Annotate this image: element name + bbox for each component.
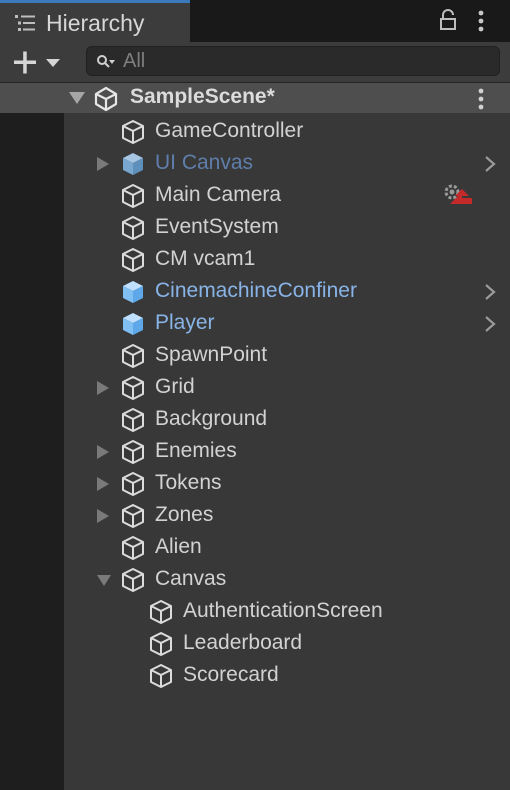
gameobject-icon	[120, 343, 146, 374]
prefab-icon	[120, 279, 146, 310]
tree-row-label: Leaderboard	[183, 631, 303, 654]
scene-title: SampleScene*	[130, 85, 275, 108]
prefab-icon	[120, 151, 146, 182]
search-icon	[96, 53, 116, 76]
tree-row[interactable]: Background	[64, 403, 510, 435]
tab-title: Hierarchy	[46, 10, 145, 36]
hierarchy-tree: GameController UI Canvas Main Camera EventS…	[64, 113, 510, 790]
tree-row[interactable]: SpawnPoint	[64, 339, 510, 371]
tree-row-label: UI Canvas	[155, 151, 254, 174]
tree-row-label: Background	[155, 407, 268, 430]
gameobject-icon	[120, 247, 146, 278]
tab-hierarchy[interactable]: Hierarchy	[0, 0, 190, 42]
scene-header[interactable]: SampleScene*	[0, 83, 510, 113]
tree-row[interactable]: AuthenticationScreen	[64, 595, 510, 627]
tree-row-label: Grid	[155, 375, 195, 398]
gameobject-icon	[120, 471, 146, 502]
tree-row[interactable]: CM vcam1	[64, 243, 510, 275]
search-input[interactable]	[123, 47, 483, 75]
gameobject-icon	[120, 215, 146, 246]
gameobject-icon	[120, 535, 146, 566]
tree-row[interactable]: CinemachineConfiner	[64, 275, 510, 307]
tree-row[interactable]: Scorecard	[64, 659, 510, 691]
tree-row[interactable]: GameController	[64, 115, 510, 147]
gutter	[0, 113, 64, 790]
tree-row[interactable]: Main Camera	[64, 179, 510, 211]
collapsed-arrow-icon[interactable]	[96, 508, 110, 529]
tab-bar: Hierarchy	[0, 0, 510, 42]
tree-row-label: CinemachineConfiner	[155, 279, 357, 302]
open-prefab-chevron-icon[interactable]	[484, 156, 496, 177]
gameobject-icon	[120, 183, 146, 214]
collapsed-arrow-icon[interactable]	[96, 380, 110, 401]
gameobject-icon	[148, 631, 174, 662]
tree-row-label: AuthenticationScreen	[183, 599, 383, 622]
tree-row[interactable]: Alien	[64, 531, 510, 563]
collapsed-arrow-icon[interactable]	[96, 156, 110, 177]
tree-row-label: Alien	[155, 535, 202, 558]
tree-row[interactable]: Leaderboard	[64, 627, 510, 659]
collapsed-arrow-icon[interactable]	[96, 444, 110, 465]
tree-row-label: GameController	[155, 119, 304, 142]
open-prefab-chevron-icon[interactable]	[484, 284, 496, 305]
gameobject-icon	[120, 407, 146, 438]
gameobject-icon	[120, 375, 146, 406]
open-prefab-chevron-icon[interactable]	[484, 316, 496, 337]
tree-row[interactable]: Tokens	[64, 467, 510, 499]
expanded-arrow-icon[interactable]	[96, 574, 112, 592]
expanded-arrow-icon[interactable]	[68, 91, 86, 110]
gameobject-icon	[120, 119, 146, 150]
toolbar	[0, 42, 510, 83]
tree-row[interactable]: Canvas	[64, 563, 510, 595]
tree-row[interactable]: Zones	[64, 499, 510, 531]
hierarchy-list-icon	[14, 14, 36, 37]
tree-row[interactable]: Grid	[64, 371, 510, 403]
tree-row-label: Scorecard	[183, 663, 279, 686]
collapsed-arrow-icon[interactable]	[96, 476, 110, 497]
tree-row-label: EventSystem	[155, 215, 279, 238]
prefab-override-icon	[442, 182, 474, 213]
tree-row-label: Canvas	[155, 567, 227, 590]
more-options-icon[interactable]	[476, 9, 486, 38]
gameobject-icon	[148, 599, 174, 630]
scene-menu-icon[interactable]	[476, 87, 486, 116]
gameobject-icon	[120, 439, 146, 470]
tree-row[interactable]: EventSystem	[64, 211, 510, 243]
gameobject-icon	[120, 567, 146, 598]
gameobject-icon	[120, 503, 146, 534]
tree-row[interactable]: UI Canvas	[64, 147, 510, 179]
tree-row[interactable]: Player	[64, 307, 510, 339]
tree-row-label: Enemies	[155, 439, 237, 462]
tree-row-label: Tokens	[155, 471, 222, 494]
tree-row-label: Main Camera	[155, 183, 282, 206]
tree-row-label: SpawnPoint	[155, 343, 268, 366]
tree-row-label: Zones	[155, 503, 214, 526]
gameobject-icon	[148, 663, 174, 694]
add-button[interactable]	[10, 50, 68, 76]
lock-icon[interactable]	[439, 9, 457, 36]
tree-row-label: CM vcam1	[155, 247, 256, 270]
tree-row-label: Player	[155, 311, 215, 334]
tree-row[interactable]: Enemies	[64, 435, 510, 467]
prefab-icon	[120, 311, 146, 342]
search-box[interactable]	[86, 46, 500, 76]
